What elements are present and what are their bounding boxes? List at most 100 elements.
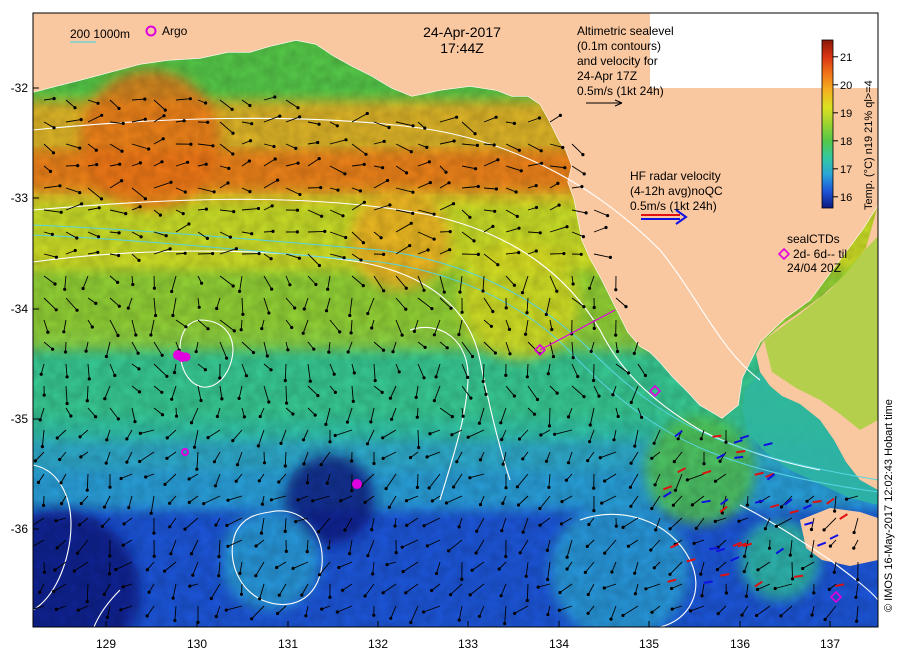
velocity-arrow-head [359,258,362,261]
velocity-arrow-head [433,333,436,336]
velocity-arrow-head [479,503,482,506]
velocity-arrow-head [386,563,389,566]
velocity-arrow-head [284,464,287,467]
velocity-arrow-head [491,310,494,313]
velocity-arrow-head [188,501,191,504]
velocity-arrow-head [447,549,450,552]
velocity-arrow-head [812,591,815,594]
velocity-arrow-head [614,288,617,291]
velocity-arrow-head [521,457,524,460]
lat-tick-label: -34 [11,302,29,316]
velocity-arrow-head [218,376,221,379]
velocity-arrow-head [96,251,99,254]
velocity-arrow-head [603,552,606,555]
velocity-arrow-head [266,354,269,357]
velocity-arrow-head [417,446,420,449]
hf-radar-vector [704,582,713,583]
velocity-arrow-head [428,486,431,489]
velocity-arrow-head [513,612,516,615]
velocity-arrow-head [316,394,319,397]
velocity-arrow-head [610,570,613,573]
velocity-arrow-head [341,589,344,592]
velocity-arrow-head [258,479,261,482]
velocity-arrow-head [210,597,213,600]
velocity-arrow-head [468,476,471,479]
velocity-arrow-head [37,481,40,484]
velocity-arrow-head [699,573,702,576]
velocity-arrow-head [624,305,627,308]
velocity-arrow-head [337,566,340,569]
velocity-arrow-head [205,208,208,211]
velocity-arrow-head [538,507,541,510]
velocity-arrow-head [674,489,677,492]
velocity-arrow-head [188,585,191,588]
lat-tick-label: -33 [11,191,29,205]
velocity-arrow-head [101,525,104,528]
velocity-arrow-head [114,568,117,571]
velocity-arrow-head [85,350,88,353]
velocity-arrow-head [852,547,855,550]
velocity-arrow-head [347,350,350,353]
velocity-arrow-head [49,170,52,173]
velocity-arrow-head [374,379,377,382]
velocity-arrow-head [82,287,85,290]
velocity-arrow-head [302,462,305,465]
velocity-arrow-head [298,193,301,196]
velocity-arrow-head [700,594,703,597]
velocity-arrow-head [425,146,428,149]
velocity-arrow-head [433,238,436,241]
velocity-arrow-head [249,139,252,142]
velocity-arrow-head [452,485,455,488]
velocity-arrow-head [202,502,205,505]
velocity-arrow [792,562,793,579]
velocity-arrow-head [250,122,253,125]
velocity-arrow-head [187,222,190,225]
velocity-arrow-head [460,578,463,581]
velocity-arrow-head [828,588,831,591]
velocity-arrow-head [477,185,480,188]
velocity-arrow-head [537,586,540,589]
velocity-arrow-head [572,282,575,285]
velocity-arrow-head [556,392,559,395]
velocity-arrow-head [343,256,346,259]
hf-line-1: HF radar velocity [630,169,721,183]
velocity-arrow-head [462,415,465,418]
velocity-arrow-head [616,350,619,353]
velocity-arrow-head [801,567,804,570]
velocity-arrow-head [805,500,808,503]
velocity-arrow-head [562,252,565,255]
lon-tick-label: 135 [639,637,659,651]
velocity-arrow-head [105,438,108,441]
velocity-arrow-head [195,468,198,471]
velocity-arrow-head [170,398,173,401]
velocity-arrow-head [225,524,228,527]
velocity-arrow-head [259,415,262,418]
velocity-arrow-head [52,151,55,154]
velocity-arrow-head [55,608,58,611]
velocity-arrow-head [389,397,392,400]
velocity-arrow-head [29,608,32,611]
velocity-arrow-head [127,506,130,509]
velocity-arrow-head [560,522,563,525]
velocity-arrow-head [521,291,524,294]
velocity-arrow-head [845,498,848,501]
velocity-arrow-head [725,591,728,594]
velocity-arrow-head [131,283,134,286]
velocity-arrow-head [324,423,327,426]
velocity-arrow-head [724,441,727,444]
velocity-arrow-head [100,114,103,117]
velocity-arrow-head [103,593,106,596]
velocity-arrow-head [328,596,331,599]
velocity-arrow-head [338,330,341,333]
velocity-arrow-head [306,481,309,484]
velocity-arrow-head [52,126,55,129]
velocity-arrow-head [254,574,257,577]
lat-tick-label: -35 [11,412,29,426]
velocity-arrow-head [138,390,141,393]
velocity-arrow-head [198,306,201,309]
velocity-arrow-head [97,235,100,238]
velocity-arrow-head [500,438,503,441]
hf-line-3: 0.5m/s (1kt 24h) [630,199,717,213]
velocity-arrow-head [364,594,367,597]
velocity-arrow-head [59,481,62,484]
